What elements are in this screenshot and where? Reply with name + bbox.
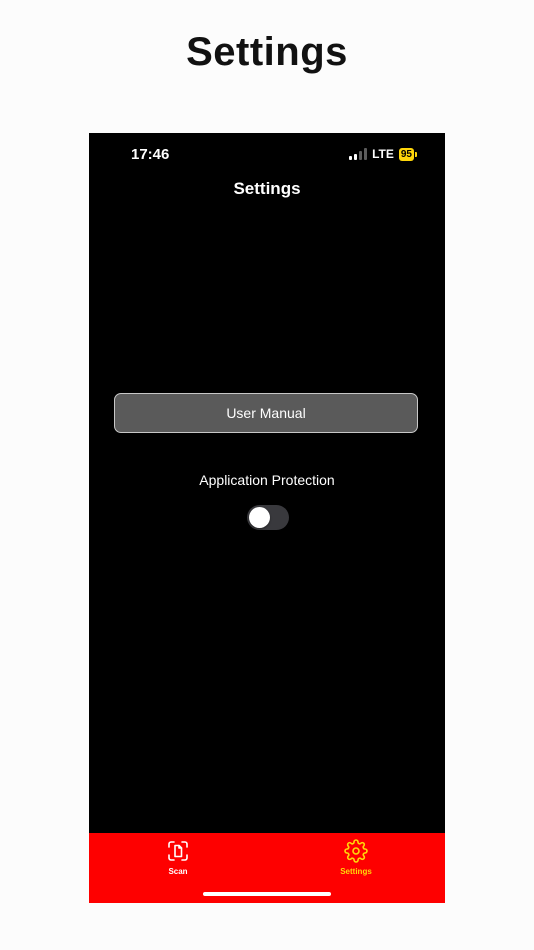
user-manual-button[interactable]: User Manual (114, 393, 418, 433)
page: Settings 17:46 LTE 95 Settings User Manu… (0, 0, 534, 950)
home-indicator[interactable] (203, 892, 331, 896)
status-bar: 17:46 LTE 95 (89, 133, 445, 177)
battery-level: 95 (398, 147, 414, 161)
page-heading: Settings (186, 30, 348, 74)
battery-cap (415, 151, 417, 157)
tab-scan[interactable]: Scan (138, 839, 218, 876)
document-scan-icon (168, 841, 188, 861)
signal-bar (349, 156, 353, 160)
application-protection-label: Application Protection (199, 472, 335, 488)
application-protection-toggle[interactable] (247, 505, 289, 530)
toggle-knob (249, 507, 270, 528)
nav-title: Settings (233, 179, 301, 198)
tab-settings[interactable]: Settings (316, 839, 396, 876)
tab-settings-label: Settings (340, 867, 372, 876)
battery-icon: 95 (398, 147, 417, 161)
tab-bar: Scan Settings (89, 833, 445, 903)
status-time: 17:46 (131, 146, 170, 163)
signal-bar (364, 148, 368, 160)
signal-bar (354, 154, 358, 160)
signal-bar (359, 151, 363, 160)
gear-icon (344, 839, 368, 863)
phone-screen: 17:46 LTE 95 Settings User Manual Applic… (89, 133, 445, 903)
tab-scan-label: Scan (168, 867, 188, 876)
network-type: LTE (372, 147, 394, 161)
status-indicators: LTE 95 (349, 147, 417, 161)
signal-icon (349, 148, 368, 160)
